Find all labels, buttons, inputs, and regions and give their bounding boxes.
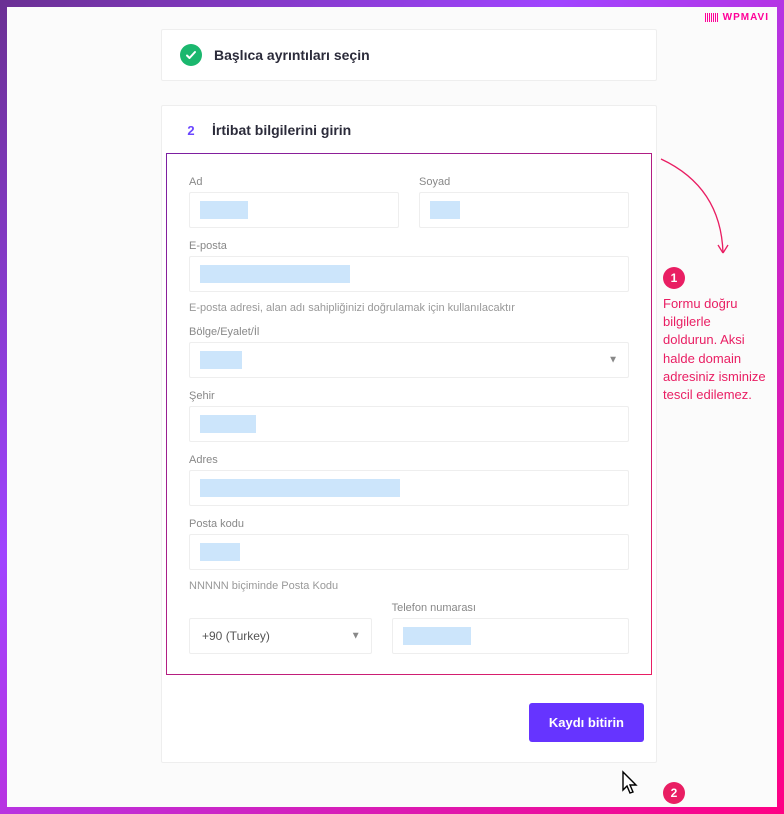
country-code-value: +90 (Turkey) [202,629,270,643]
phone-label: Telefon numarası [392,602,629,614]
postal-field: Posta kodu [189,518,629,570]
country-code-field: +90 (Turkey) ▼ [189,618,372,654]
form-wrap: Ad Soyad [162,153,656,762]
phone-input[interactable] [392,618,629,654]
content-area: Başlıca ayrıntıları seçin 2 İrtibat bilg… [7,7,777,763]
redacted-value [200,543,240,561]
city-label: Şehir [189,390,629,402]
annotation-text-1: Formu doğru bilgilerle doldurun. Aksi ha… [663,295,767,404]
gradient-frame: WPMAVI Başlıca ayrıntıları seçin 2 İrtib… [0,0,784,814]
region-select[interactable]: ▼ [189,342,629,378]
last-name-label: Soyad [419,176,629,188]
email-input[interactable] [189,256,629,292]
city-input[interactable] [189,406,629,442]
step-2-card: 2 İrtibat bilgilerini girin Ad [161,105,657,763]
cursor-icon [617,770,643,800]
city-field: Şehir [189,390,629,442]
redacted-value [200,351,242,369]
redacted-value [200,265,350,283]
postal-hint: NNNNN biçiminde Posta Kodu [189,580,629,592]
last-name-field: Soyad [419,176,629,228]
email-hint: E-posta adresi, alan adı sahipliğinizi d… [189,302,629,314]
email-label: E-posta [189,240,629,252]
step-1-title: Başlıca ayrıntıları seçin [214,47,370,63]
region-label: Bölge/Eyalet/İl [189,326,629,338]
submit-button[interactable]: Kaydı bitirin [529,703,644,742]
first-name-label: Ad [189,176,399,188]
check-icon [180,44,202,66]
step-number: 2 [184,123,198,138]
region-field: Bölge/Eyalet/İl ▼ [189,326,629,378]
annotation-badge-2: 2 [663,782,685,804]
step-2-title: İrtibat bilgilerini girin [212,122,351,138]
redacted-value [430,201,460,219]
annotation-badge-1: 1 [663,267,685,289]
last-name-input[interactable] [419,192,629,228]
redacted-value [200,201,248,219]
postal-input[interactable] [189,534,629,570]
page-container: WPMAVI Başlıca ayrıntıları seçin 2 İrtib… [7,7,777,807]
form-actions: Kaydı bitirin [166,675,652,742]
first-name-input[interactable] [189,192,399,228]
address-field: Adres [189,454,629,506]
chevron-down-icon: ▼ [351,631,361,642]
annotation-callout-1: 1 Formu doğru bilgilerle doldurun. Aksi … [663,267,767,404]
phone-field: Telefon numarası [392,602,629,654]
address-label: Adres [189,454,629,466]
postal-label: Posta kodu [189,518,629,530]
redacted-value [200,415,256,433]
address-input[interactable] [189,470,629,506]
step-2-header: 2 İrtibat bilgilerini girin [162,106,656,153]
first-name-field: Ad [189,176,399,228]
annotation-highlight-box: Ad Soyad [166,153,652,675]
step-1-card: Başlıca ayrıntıları seçin [161,29,657,81]
redacted-value [200,479,400,497]
email-field: E-posta [189,240,629,292]
chevron-down-icon: ▼ [608,355,618,366]
redacted-value [403,627,471,645]
country-code-select[interactable]: +90 (Turkey) ▼ [189,618,372,654]
